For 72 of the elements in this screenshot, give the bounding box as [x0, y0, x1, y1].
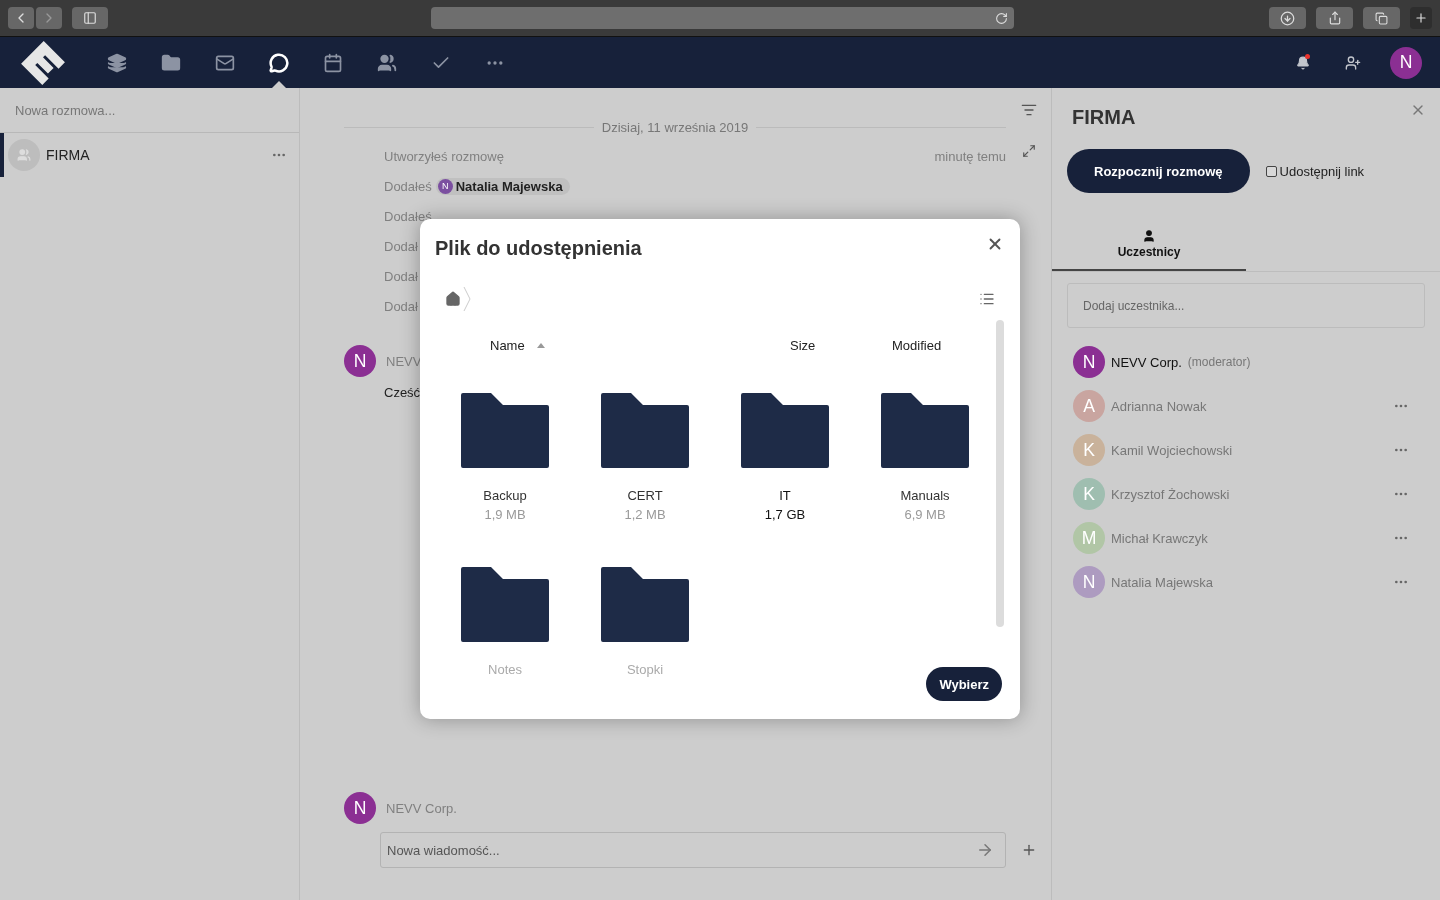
date-divider: Dzisiaj, 11 września 2019: [601, 120, 749, 135]
person-icon: [1142, 228, 1156, 243]
message-field[interactable]: Nowa wiadomość...: [380, 832, 1007, 868]
participant-name: Kamil Wojciechowski: [1111, 442, 1233, 458]
folder-item[interactable]: Backup 1,9 MB: [435, 393, 575, 522]
reload-icon[interactable]: [995, 11, 1008, 25]
folder-item[interactable]: CERT 1,2 MB: [575, 393, 715, 522]
participant-name: NEVV Corp.: [1111, 354, 1182, 370]
system-message: Dodał: [384, 298, 418, 314]
author-name: NEVV: [386, 353, 422, 369]
scrollbar[interactable]: [996, 320, 1004, 627]
sidebar-toggle-icon[interactable]: [1020, 102, 1037, 118]
folder-item[interactable]: Manuals 6,9 MB: [855, 393, 995, 522]
home-icon[interactable]: [445, 291, 461, 307]
list-view-icon[interactable]: [979, 291, 995, 307]
author-name: NEVV Corp.: [386, 800, 457, 816]
author-avatar: N: [344, 345, 376, 377]
participant-avatar: K: [1073, 478, 1105, 510]
add-participant-field[interactable]: Dodaj uczestnika...: [1067, 283, 1425, 328]
message-time: minutę temu: [934, 148, 1007, 164]
conversation-item[interactable]: FIRMA: [0, 133, 299, 177]
back-button[interactable]: [8, 7, 34, 29]
dialog-title: Plik do udostępnienia: [435, 237, 642, 260]
system-message: Dodał: [384, 268, 418, 284]
participant-name: Michał Krawczyk: [1111, 530, 1208, 546]
tabs-icon: [1375, 11, 1388, 25]
participant-avatar: K: [1073, 434, 1105, 466]
system-message: Dodałeś: [384, 178, 432, 194]
new-conversation-field[interactable]: Nowa rozmowa...: [0, 88, 299, 133]
share-button[interactable]: [1316, 7, 1353, 29]
participants-tab[interactable]: Uczestnicy: [1052, 218, 1246, 271]
column-header[interactable]: Name: [490, 337, 790, 353]
participant-name: Adrianna Nowak: [1111, 398, 1207, 414]
sort-ascending-icon: [536, 342, 545, 348]
folder-icon: [601, 393, 689, 468]
user-avatar[interactable]: N: [1390, 46, 1422, 79]
folder-icon: [741, 393, 829, 468]
share-link-checkbox[interactable]: Udostępnij link: [1265, 163, 1365, 179]
download-button[interactable]: [1269, 7, 1306, 29]
participant-avatar: N: [1073, 566, 1105, 598]
group-avatar-icon: [8, 139, 40, 171]
download-icon: [1280, 10, 1295, 26]
column-header[interactable]: Modified: [892, 337, 992, 353]
participant-name: Krzysztof Żochowski: [1111, 486, 1230, 502]
folder-icon: [461, 393, 549, 468]
start-call-button[interactable]: Rozpocznij rozmowę: [1067, 149, 1250, 193]
column-header[interactable]: Size: [790, 337, 890, 353]
sidebar-toggle-button[interactable]: [72, 7, 108, 29]
system-message: Utworzyłeś rozmowę: [384, 148, 504, 164]
tabs-button[interactable]: [1363, 7, 1400, 29]
message-text: Cześć: [383, 385, 422, 400]
mention-chip[interactable]: N Natalia Majewska: [435, 177, 570, 195]
folder-icon: [601, 567, 689, 642]
sidebar-icon: [83, 11, 97, 25]
participant-name: Natalia Majewska: [1111, 574, 1213, 590]
participant-avatar: M: [1073, 522, 1105, 554]
plus-icon: [1414, 11, 1428, 25]
participant-role: (moderator): [1187, 355, 1252, 369]
share-icon: [1327, 11, 1342, 25]
author-avatar: N: [344, 792, 376, 824]
new-tab-button[interactable]: [1410, 7, 1432, 29]
participant-avatar: N: [1073, 346, 1105, 378]
breadcrumb-separator-icon: [463, 286, 471, 312]
folder-icon: [881, 393, 969, 468]
fullscreen-icon[interactable]: [1021, 144, 1036, 158]
folder-item[interactable]: IT 1,7 GB: [715, 393, 855, 522]
system-message: Dodałeś: [384, 208, 432, 224]
folder-icon: [461, 567, 549, 642]
choose-button[interactable]: Wybierz: [926, 667, 1002, 701]
system-message: Dodał: [384, 238, 418, 254]
participant-avatar: A: [1073, 390, 1105, 422]
panel-title: FIRMA: [1072, 106, 1136, 129]
